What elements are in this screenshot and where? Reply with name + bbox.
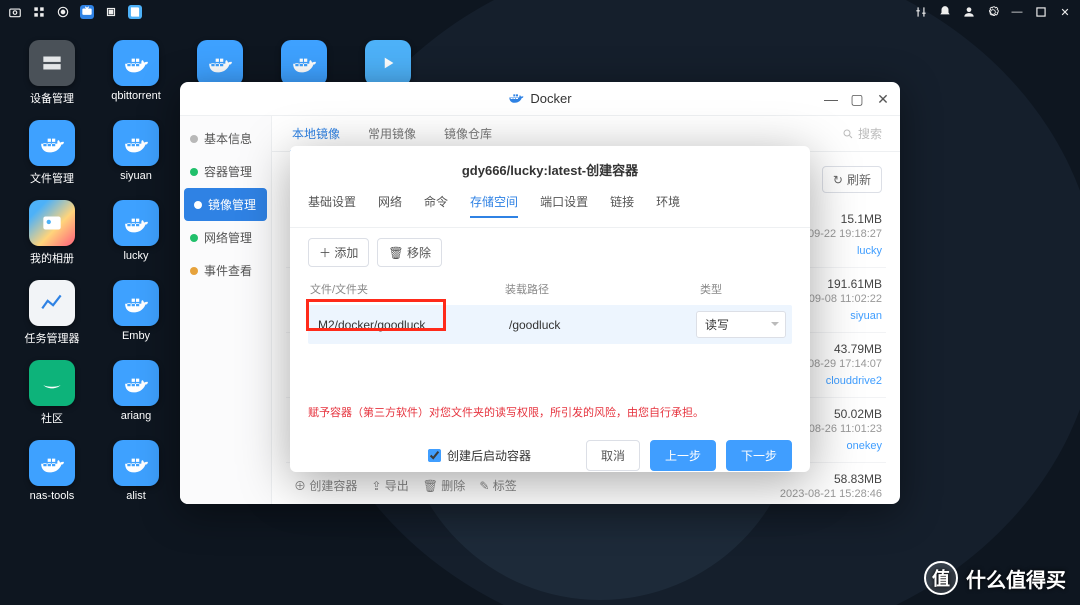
col-type: 类型	[700, 281, 790, 297]
docker-icon	[508, 89, 524, 108]
volume-row[interactable]: 读写	[308, 305, 792, 344]
watermark-text: 什么值得买	[966, 564, 1066, 593]
mount-path-input[interactable]	[505, 316, 686, 334]
desktop-icon-siyuan[interactable]: siyuan	[96, 120, 176, 200]
dialog-tab[interactable]: 存储空间	[470, 193, 518, 218]
desktop-icon-alist[interactable]: alist	[96, 440, 176, 520]
desktop-icon-qbittorrent[interactable]: qbittorrent	[96, 40, 176, 120]
col-path: 文件/文件夹	[310, 281, 505, 297]
bell-icon[interactable]	[938, 5, 952, 19]
sidenav-item[interactable]: 网络管理	[180, 221, 271, 254]
desktop-icon-community[interactable]: 社区	[12, 360, 92, 440]
desktop-icon-device-mgr[interactable]: 设备管理	[12, 40, 92, 120]
book-icon[interactable]	[128, 5, 142, 19]
win-close-icon[interactable]: ✕	[874, 90, 892, 108]
create-container-dialog: gdy666/lucky:latest-创建容器 基础设置网络命令存储空间端口设…	[290, 146, 810, 472]
camera-icon[interactable]	[8, 5, 22, 19]
search-input[interactable]: 搜索	[842, 125, 882, 142]
sidenav-item[interactable]: 事件查看	[180, 254, 271, 287]
next-button[interactable]: 下一步	[726, 440, 792, 471]
add-button[interactable]: ＋ 添加	[308, 238, 369, 267]
dialog-tab[interactable]: 网络	[378, 193, 402, 217]
mode-select[interactable]: 读写	[696, 311, 786, 338]
start-after-create-checkbox[interactable]: 创建后启动容器	[428, 447, 531, 464]
target-icon[interactable]	[56, 5, 70, 19]
win-minimize-icon[interactable]: —	[822, 90, 840, 108]
minimize-icon[interactable]: —	[1010, 5, 1024, 19]
maximize-icon[interactable]	[1034, 5, 1048, 19]
cancel-button[interactable]: 取消	[586, 440, 640, 471]
desktop-icon-emby[interactable]: Emby	[96, 280, 176, 360]
desktop-icon-file-mgr[interactable]: 文件管理	[12, 120, 92, 200]
watermark-icon: 值	[924, 561, 958, 595]
sidenav-item[interactable]: 容器管理	[180, 155, 271, 188]
start-checkbox-input[interactable]	[428, 449, 441, 462]
watermark: 值 什么值得买	[924, 561, 1066, 595]
host-path-input[interactable]	[314, 316, 495, 334]
col-mount: 装载路径	[505, 281, 700, 297]
transfer-icon[interactable]	[914, 5, 928, 19]
topbar-left	[8, 5, 142, 19]
dialog-tab[interactable]: 环境	[656, 193, 680, 217]
dialog-tab[interactable]: 端口设置	[540, 193, 588, 217]
prev-button[interactable]: 上一步	[650, 440, 716, 471]
dialog-title: gdy666/lucky:latest-创建容器	[290, 146, 810, 193]
dialog-tabs: 基础设置网络命令存储空间端口设置链接环境	[290, 193, 810, 228]
close-icon[interactable]: ✕	[1058, 5, 1072, 19]
tv-icon[interactable]	[80, 5, 94, 19]
grid-icon[interactable]	[32, 5, 46, 19]
sidenav: 基本信息容器管理镜像管理网络管理事件查看	[180, 116, 272, 504]
gear-icon[interactable]	[986, 5, 1000, 19]
chip-icon[interactable]	[104, 5, 118, 19]
desktop-icon-task-mgr[interactable]: 任务管理器	[12, 280, 92, 360]
refresh-button[interactable]: ↻ 刷新	[822, 166, 882, 193]
win-maximize-icon[interactable]: ▢	[848, 90, 866, 108]
dialog-tab[interactable]: 基础设置	[308, 193, 356, 217]
desktop-icon-ariang[interactable]: ariang	[96, 360, 176, 440]
window-title: Docker	[530, 91, 571, 106]
system-topbar: — ✕	[0, 0, 1080, 24]
warning-text: 赋予容器（第三方软件）对您文件夹的读写权限，所引发的风险，由您自行承担。	[308, 404, 792, 420]
user-icon[interactable]	[962, 5, 976, 19]
desktop-icon-album[interactable]: 我的相册	[12, 200, 92, 280]
desktop-icon-nas-tools[interactable]: nas-tools	[12, 440, 92, 520]
sidenav-item[interactable]: 基本信息	[180, 122, 271, 155]
window-controls: — ▢ ✕	[822, 90, 892, 108]
window-titlebar: Docker — ▢ ✕	[180, 82, 900, 116]
sidenav-item[interactable]: 镜像管理	[184, 188, 267, 221]
topbar-right: — ✕	[914, 5, 1072, 19]
desktop-icon-lucky[interactable]: lucky	[96, 200, 176, 280]
remove-button[interactable]: 🗑 移除	[377, 238, 442, 267]
dialog-tab[interactable]: 链接	[610, 193, 634, 217]
dialog-tab[interactable]: 命令	[424, 193, 448, 217]
